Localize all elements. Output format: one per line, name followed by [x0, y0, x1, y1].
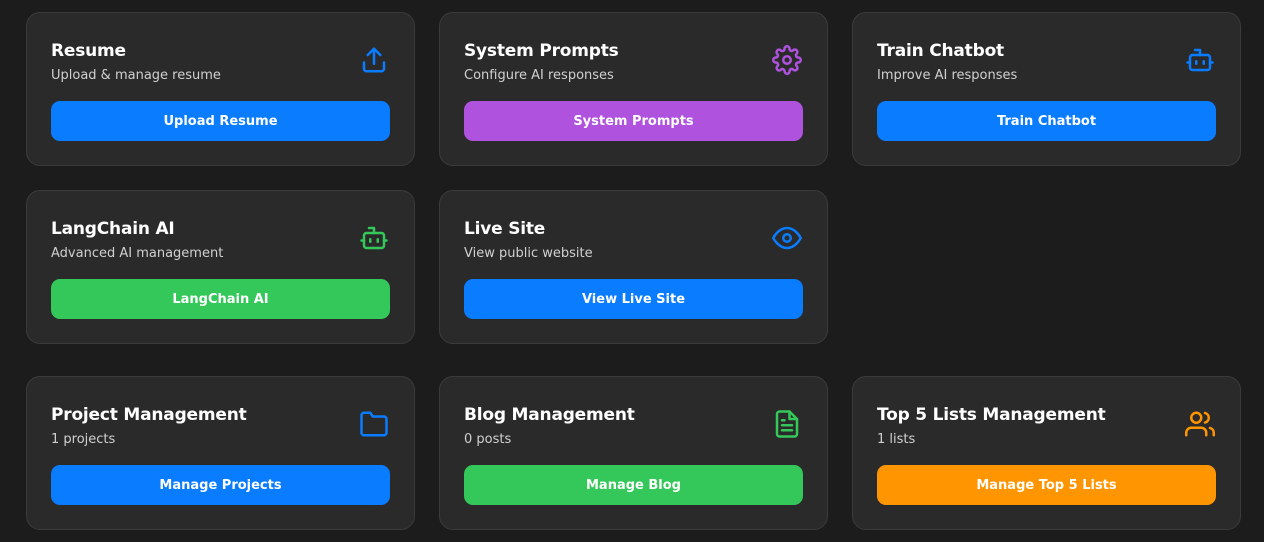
upload-icon — [359, 45, 389, 75]
card-title: Resume — [51, 41, 126, 61]
train-chatbot-button[interactable]: Train Chatbot — [877, 101, 1216, 141]
langchain-card: LangChain AI Advanced AI management Lang… — [26, 190, 415, 344]
card-title: Live Site — [464, 219, 546, 239]
train-chatbot-card: Train Chatbot Improve AI responses Train… — [852, 12, 1241, 166]
project-management-card: Project Management 1 projects Manage Pro… — [26, 376, 415, 530]
manage-blog-button[interactable]: Manage Blog — [464, 465, 803, 505]
resume-card: Resume Upload & manage resume Upload Res… — [26, 12, 415, 166]
card-title: Train Chatbot — [877, 41, 1004, 61]
users-icon — [1185, 409, 1215, 439]
card-subtitle: Advanced AI management — [51, 246, 224, 261]
card-title: Project Management — [51, 405, 247, 425]
card-title: LangChain AI — [51, 219, 175, 239]
folder-icon — [359, 409, 389, 439]
list-count: 1 lists — [877, 432, 916, 447]
gear-icon — [772, 45, 802, 75]
project-count: 1 projects — [51, 432, 116, 447]
card-title: Blog Management — [464, 405, 635, 425]
card-title: Top 5 Lists Management — [877, 405, 1106, 425]
blog-management-card: Blog Management 0 posts Manage Blog — [439, 376, 828, 530]
document-icon — [772, 409, 802, 439]
card-subtitle: Improve AI responses — [877, 68, 1018, 83]
manage-projects-button[interactable]: Manage Projects — [51, 465, 390, 505]
langchain-button[interactable]: LangChain AI — [51, 279, 390, 319]
live-site-card: Live Site View public website View Live … — [439, 190, 828, 344]
card-title: System Prompts — [464, 41, 619, 61]
robot-icon — [1185, 45, 1215, 75]
view-live-site-button[interactable]: View Live Site — [464, 279, 803, 319]
card-subtitle: View public website — [464, 246, 593, 261]
top5-lists-card: Top 5 Lists Management 1 lists Manage To… — [852, 376, 1241, 530]
post-count: 0 posts — [464, 432, 512, 447]
card-subtitle: Configure AI responses — [464, 68, 614, 83]
robot-icon — [359, 223, 389, 253]
upload-resume-button[interactable]: Upload Resume — [51, 101, 390, 141]
system-prompts-card: System Prompts Configure AI responses Sy… — [439, 12, 828, 166]
card-subtitle: Upload & manage resume — [51, 68, 221, 83]
eye-icon — [772, 223, 802, 253]
manage-top5-lists-button[interactable]: Manage Top 5 Lists — [877, 465, 1216, 505]
system-prompts-button[interactable]: System Prompts — [464, 101, 803, 141]
